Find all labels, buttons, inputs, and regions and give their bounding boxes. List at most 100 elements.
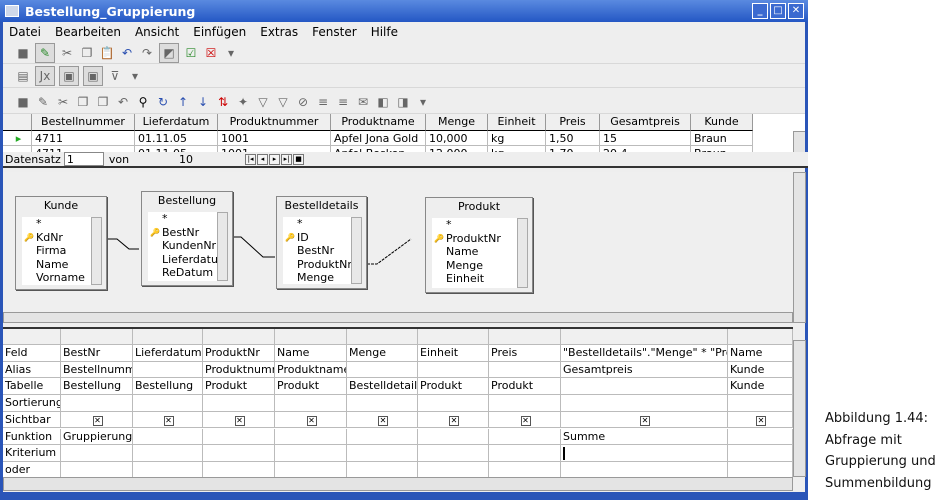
query-cell[interactable] — [418, 361, 489, 378]
query-cell[interactable]: ProduktNr — [203, 345, 275, 361]
query-cell[interactable] — [347, 445, 418, 461]
undo-icon[interactable]: ↶ — [115, 94, 131, 110]
table-cell[interactable]: 1001 — [218, 131, 331, 146]
standard-filter-icon[interactable]: ▽ — [275, 94, 291, 110]
functions-icon[interactable]: Jx — [35, 65, 55, 86]
column-selector[interactable] — [275, 329, 347, 344]
query-cell[interactable] — [561, 378, 728, 395]
query-cell[interactable] — [418, 445, 489, 461]
query-cell[interactable]: ✕ — [489, 411, 561, 428]
query-cell[interactable] — [728, 461, 793, 478]
query-cell[interactable]: Kunde — [728, 378, 793, 395]
data-to-text-icon[interactable]: ≡ — [315, 94, 331, 110]
query-cell[interactable] — [61, 395, 133, 411]
query-cell[interactable] — [133, 461, 203, 478]
menu-ansicht[interactable]: Ansicht — [135, 25, 179, 39]
query-cell[interactable] — [489, 395, 561, 411]
table-cell[interactable]: 4711 — [32, 131, 135, 146]
table-window-bestellung[interactable]: Bestellung * 🔑 BestNr KundenNr Lieferdatum ReD… — [141, 191, 233, 286]
undo-icon[interactable]: ↶ — [119, 45, 135, 61]
table-name-icon[interactable]: ▣ — [59, 65, 79, 86]
query-cell[interactable] — [489, 361, 561, 378]
field-item[interactable]: * — [148, 212, 228, 226]
table-cell[interactable]: 1,50 — [546, 131, 600, 146]
first-record-button[interactable]: |◂ — [245, 153, 257, 165]
field-item[interactable]: Einheit — [432, 272, 528, 286]
field-item[interactable]: 🔑 ProduktNr — [432, 232, 528, 246]
sort-icon[interactable]: ⇅ — [215, 94, 231, 110]
field-item[interactable]: Name — [432, 245, 528, 259]
explorer-icon[interactable]: ◨ — [395, 94, 411, 110]
column-selector[interactable] — [3, 329, 61, 344]
next-record-button[interactable]: ▸ — [269, 153, 281, 165]
menu-einfügen[interactable]: Einfügen — [193, 25, 246, 39]
query-cell[interactable]: Produkt — [203, 378, 275, 395]
query-cell[interactable]: Name — [728, 345, 793, 361]
query-cell[interactable] — [728, 445, 793, 461]
menu-extras[interactable]: Extras — [260, 25, 298, 39]
field-item[interactable]: Firma — [22, 244, 102, 258]
query-cell[interactable]: Kunde — [728, 361, 793, 378]
query-cell[interactable]: ✕ — [418, 411, 489, 428]
query-cell[interactable]: ✕ — [347, 411, 418, 428]
table-window-kunde[interactable]: Kunde * 🔑 KdNr Firma Name Vorname — [15, 196, 107, 290]
field-list-scrollbar[interactable] — [351, 217, 362, 284]
query-cell[interactable]: Bestellung — [61, 378, 133, 395]
field-item[interactable]: ReDatum — [148, 266, 228, 280]
visible-checkbox[interactable]: ✕ — [640, 415, 650, 426]
field-item[interactable]: Lieferdatum — [148, 253, 229, 267]
column-selector[interactable] — [347, 329, 418, 344]
query-cell[interactable] — [489, 428, 561, 445]
query-cell[interactable]: Einheit — [418, 345, 489, 361]
query-cell[interactable]: "Bestelldetails"."Menge" * "Prod — [561, 345, 728, 361]
save-icon[interactable]: ■ — [15, 45, 31, 61]
visible-checkbox[interactable]: ✕ — [756, 415, 766, 426]
query-cell[interactable] — [133, 395, 203, 411]
column-header[interactable]: Einheit — [488, 114, 546, 131]
query-cell[interactable] — [133, 428, 203, 445]
record-number-input[interactable]: 1 — [63, 152, 104, 166]
menu-hilfe[interactable]: Hilfe — [371, 25, 398, 39]
add-table-icon[interactable]: ▤ — [15, 68, 31, 84]
column-header[interactable]: Preis — [546, 114, 600, 131]
field-item[interactable]: 🔑 KdNr — [22, 231, 102, 245]
visible-checkbox[interactable]: ✕ — [163, 415, 174, 426]
minimize-button[interactable]: _ — [752, 3, 768, 19]
query-cell[interactable]: Preis — [489, 345, 561, 361]
data-to-fields-icon[interactable]: ≡ — [335, 94, 351, 110]
query-cell[interactable]: Summe — [561, 428, 728, 445]
query-cell[interactable]: ✕ — [203, 411, 275, 428]
query-cell[interactable] — [61, 461, 133, 478]
previous-record-button[interactable]: ◂ — [257, 153, 269, 165]
table-cell[interactable]: Braun — [691, 131, 753, 146]
toolbar-overflow-icon[interactable]: ▾ — [415, 94, 431, 110]
table-window-bestelldetails[interactable]: Bestelldetails * 🔑 ID BestNr ProduktNr Menge — [276, 196, 367, 289]
query-vertical-scrollbar[interactable] — [793, 340, 806, 477]
sort-descending-icon[interactable]: ↓ — [195, 94, 211, 110]
query-cell[interactable]: Bestelldetails — [347, 378, 418, 395]
query-cell[interactable] — [561, 445, 728, 461]
field-item[interactable]: 🔑 BestNr — [148, 226, 228, 240]
find-icon[interactable]: ⚲ — [135, 94, 151, 110]
query-cell[interactable] — [418, 428, 489, 445]
query-cell[interactable] — [275, 445, 347, 461]
query-cell[interactable] — [561, 461, 728, 478]
query-cell[interactable]: Gruppierung — [61, 428, 133, 445]
field-item[interactable]: Menge — [432, 259, 528, 273]
query-cell[interactable]: ✕ — [61, 411, 133, 428]
visible-checkbox[interactable]: ✕ — [234, 415, 245, 426]
refresh-icon[interactable]: ↻ — [155, 94, 171, 110]
copy-icon[interactable]: ❐ — [75, 94, 91, 110]
field-list-scrollbar[interactable] — [217, 212, 228, 281]
data-source-icon[interactable]: ◧ — [375, 94, 391, 110]
clear-query-icon[interactable]: ☒ — [203, 45, 219, 61]
query-cell[interactable] — [203, 445, 275, 461]
query-cell[interactable] — [418, 461, 489, 478]
table-window-produkt[interactable]: Produkt * 🔑 ProduktNr Name Menge Einheit — [425, 197, 533, 293]
visible-checkbox[interactable]: ✕ — [92, 415, 103, 426]
field-item[interactable]: * — [432, 218, 528, 232]
maximize-button[interactable]: □ — [770, 3, 786, 19]
query-cell[interactable] — [561, 395, 728, 411]
field-list-scrollbar[interactable] — [91, 217, 102, 285]
query-cell[interactable]: Produkt — [275, 378, 347, 395]
